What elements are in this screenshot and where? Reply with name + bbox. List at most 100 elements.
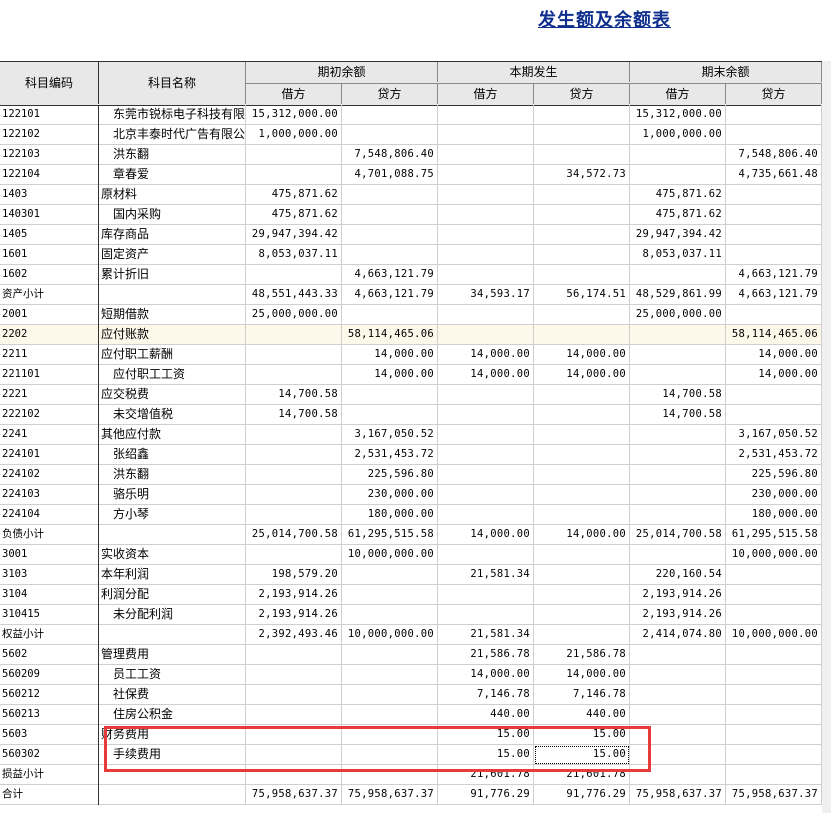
closing-debit-cell[interactable] (630, 725, 726, 745)
period-credit-cell[interactable]: 14,000.00 (534, 665, 630, 685)
period-credit-cell[interactable] (534, 585, 630, 605)
account-code-cell[interactable]: 310415 (0, 605, 99, 625)
period-debit-cell[interactable]: 15.00 (438, 725, 534, 745)
table-row[interactable]: 3103 本年利润 198,579.20 21,581.34 220,160.54 (0, 565, 822, 585)
period-debit-cell[interactable]: 91,776.29 (438, 785, 534, 805)
closing-credit-cell[interactable]: 75,958,637.37 (726, 785, 822, 805)
period-debit-cell[interactable] (438, 585, 534, 605)
opening-debit-cell[interactable]: 14,700.58 (246, 405, 342, 425)
account-code-cell[interactable]: 资产小计 (0, 285, 99, 305)
account-code-cell[interactable]: 权益小计 (0, 625, 99, 645)
period-debit-cell[interactable] (438, 185, 534, 205)
period-credit-cell[interactable]: 21,586.78 (534, 645, 630, 665)
opening-credit-cell[interactable] (342, 385, 438, 405)
opening-credit-cell[interactable] (342, 765, 438, 785)
table-row[interactable]: 2221 应交税费 14,700.58 14,700.58 (0, 385, 822, 405)
closing-debit-cell[interactable] (630, 425, 726, 445)
table-row[interactable]: 资产小计 48,551,443.33 4,663,121.79 34,593.17 56… (0, 285, 822, 305)
closing-credit-cell[interactable]: 7,548,806.40 (726, 145, 822, 165)
account-name-cell[interactable]: 库存商品 (99, 225, 246, 245)
opening-debit-cell[interactable]: 25,000,000.00 (246, 305, 342, 325)
opening-debit-cell[interactable] (246, 445, 342, 465)
account-name-cell[interactable]: 手续费用 (99, 745, 246, 765)
opening-credit-cell[interactable] (342, 405, 438, 425)
account-code-cell[interactable]: 122104 (0, 165, 99, 185)
account-code-cell[interactable]: 1602 (0, 265, 99, 285)
period-debit-cell[interactable] (438, 485, 534, 505)
account-code-cell[interactable]: 5603 (0, 725, 99, 745)
closing-debit-cell[interactable]: 2,193,914.26 (630, 585, 726, 605)
period-credit-cell[interactable]: 91,776.29 (534, 785, 630, 805)
account-code-cell[interactable]: 负债小计 (0, 525, 99, 545)
account-name-cell[interactable]: 张绍鑫 (99, 445, 246, 465)
period-debit-cell[interactable] (438, 145, 534, 165)
account-code-cell[interactable]: 合计 (0, 785, 99, 805)
opening-credit-cell[interactable]: 61,295,515.58 (342, 525, 438, 545)
table-row[interactable]: 2211 应付职工薪酬 14,000.00 14,000.00 14,000.00 14,… (0, 345, 822, 365)
closing-credit-cell[interactable]: 4,663,121.79 (726, 265, 822, 285)
table-row[interactable]: 224104 方小琴 180,000.00 180,000.00 (0, 505, 822, 525)
period-debit-cell[interactable] (438, 165, 534, 185)
account-name-cell[interactable]: 东莞市锐标电子科技有限公司 (99, 105, 246, 125)
header-period-debit[interactable]: 借方 (438, 83, 534, 104)
opening-debit-cell[interactable]: 29,947,394.42 (246, 225, 342, 245)
account-name-cell[interactable]: 财务费用 (99, 725, 246, 745)
opening-debit-cell[interactable]: 8,053,037.11 (246, 245, 342, 265)
opening-debit-cell[interactable] (246, 265, 342, 285)
period-credit-cell[interactable]: 15.00 (534, 725, 630, 745)
opening-debit-cell[interactable] (246, 645, 342, 665)
period-debit-cell[interactable] (438, 265, 534, 285)
closing-credit-cell[interactable] (726, 725, 822, 745)
closing-debit-cell[interactable] (630, 645, 726, 665)
opening-debit-cell[interactable]: 25,014,700.58 (246, 525, 342, 545)
period-debit-cell[interactable]: 21,581.34 (438, 565, 534, 585)
closing-debit-cell[interactable]: 220,160.54 (630, 565, 726, 585)
opening-credit-cell[interactable] (342, 665, 438, 685)
closing-debit-cell[interactable] (630, 265, 726, 285)
period-credit-cell[interactable] (534, 325, 630, 345)
opening-credit-cell[interactable]: 14,000.00 (342, 365, 438, 385)
closing-debit-cell[interactable]: 475,871.62 (630, 205, 726, 225)
account-code-cell[interactable]: 3001 (0, 545, 99, 565)
period-credit-cell[interactable] (534, 545, 630, 565)
opening-debit-cell[interactable] (246, 705, 342, 725)
period-credit-cell[interactable] (534, 565, 630, 585)
account-name-cell[interactable] (99, 285, 246, 305)
opening-debit-cell[interactable]: 475,871.62 (246, 185, 342, 205)
opening-credit-cell[interactable] (342, 305, 438, 325)
period-credit-cell[interactable]: 56,174.51 (534, 285, 630, 305)
closing-debit-cell[interactable]: 8,053,037.11 (630, 245, 726, 265)
closing-credit-cell[interactable]: 225,596.80 (726, 465, 822, 485)
account-name-cell[interactable]: 员工工资 (99, 665, 246, 685)
vertical-scrollbar[interactable] (822, 61, 831, 813)
closing-credit-cell[interactable] (726, 705, 822, 725)
period-debit-cell[interactable] (438, 245, 534, 265)
period-credit-cell[interactable]: 34,572.73 (534, 165, 630, 185)
closing-credit-cell[interactable]: 180,000.00 (726, 505, 822, 525)
account-name-cell[interactable]: 固定资产 (99, 245, 246, 265)
opening-credit-cell[interactable]: 75,958,637.37 (342, 785, 438, 805)
closing-debit-cell[interactable] (630, 345, 726, 365)
closing-debit-cell[interactable] (630, 465, 726, 485)
opening-debit-cell[interactable]: 14,700.58 (246, 385, 342, 405)
table-row[interactable]: 140301 国内采购 475,871.62 475,871.62 (0, 205, 822, 225)
opening-credit-cell[interactable] (342, 185, 438, 205)
account-name-cell[interactable]: 未分配利润 (99, 605, 246, 625)
account-name-cell[interactable]: 利润分配 (99, 585, 246, 605)
table-row[interactable]: 1405 库存商品 29,947,394.42 29,947,394.42 (0, 225, 822, 245)
account-code-cell[interactable]: 2211 (0, 345, 99, 365)
closing-credit-cell[interactable] (726, 685, 822, 705)
account-code-cell[interactable]: 560302 (0, 745, 99, 765)
table-row[interactable]: 1602 累计折旧 4,663,121.79 4,663,121.79 (0, 265, 822, 285)
period-debit-cell[interactable]: 14,000.00 (438, 525, 534, 545)
table-row[interactable]: 2001 短期借款 25,000,000.00 25,000,000.00 (0, 305, 822, 325)
closing-credit-cell[interactable]: 10,000,000.00 (726, 625, 822, 645)
period-credit-cell[interactable] (534, 385, 630, 405)
closing-debit-cell[interactable] (630, 145, 726, 165)
opening-debit-cell[interactable]: 2,193,914.26 (246, 605, 342, 625)
table-row[interactable]: 损益小计 21,601.78 21,601.78 (0, 765, 822, 785)
period-debit-cell[interactable] (438, 125, 534, 145)
period-credit-cell[interactable] (534, 245, 630, 265)
table-row[interactable]: 1601 固定资产 8,053,037.11 8,053,037.11 (0, 245, 822, 265)
period-credit-cell[interactable]: 14,000.00 (534, 525, 630, 545)
